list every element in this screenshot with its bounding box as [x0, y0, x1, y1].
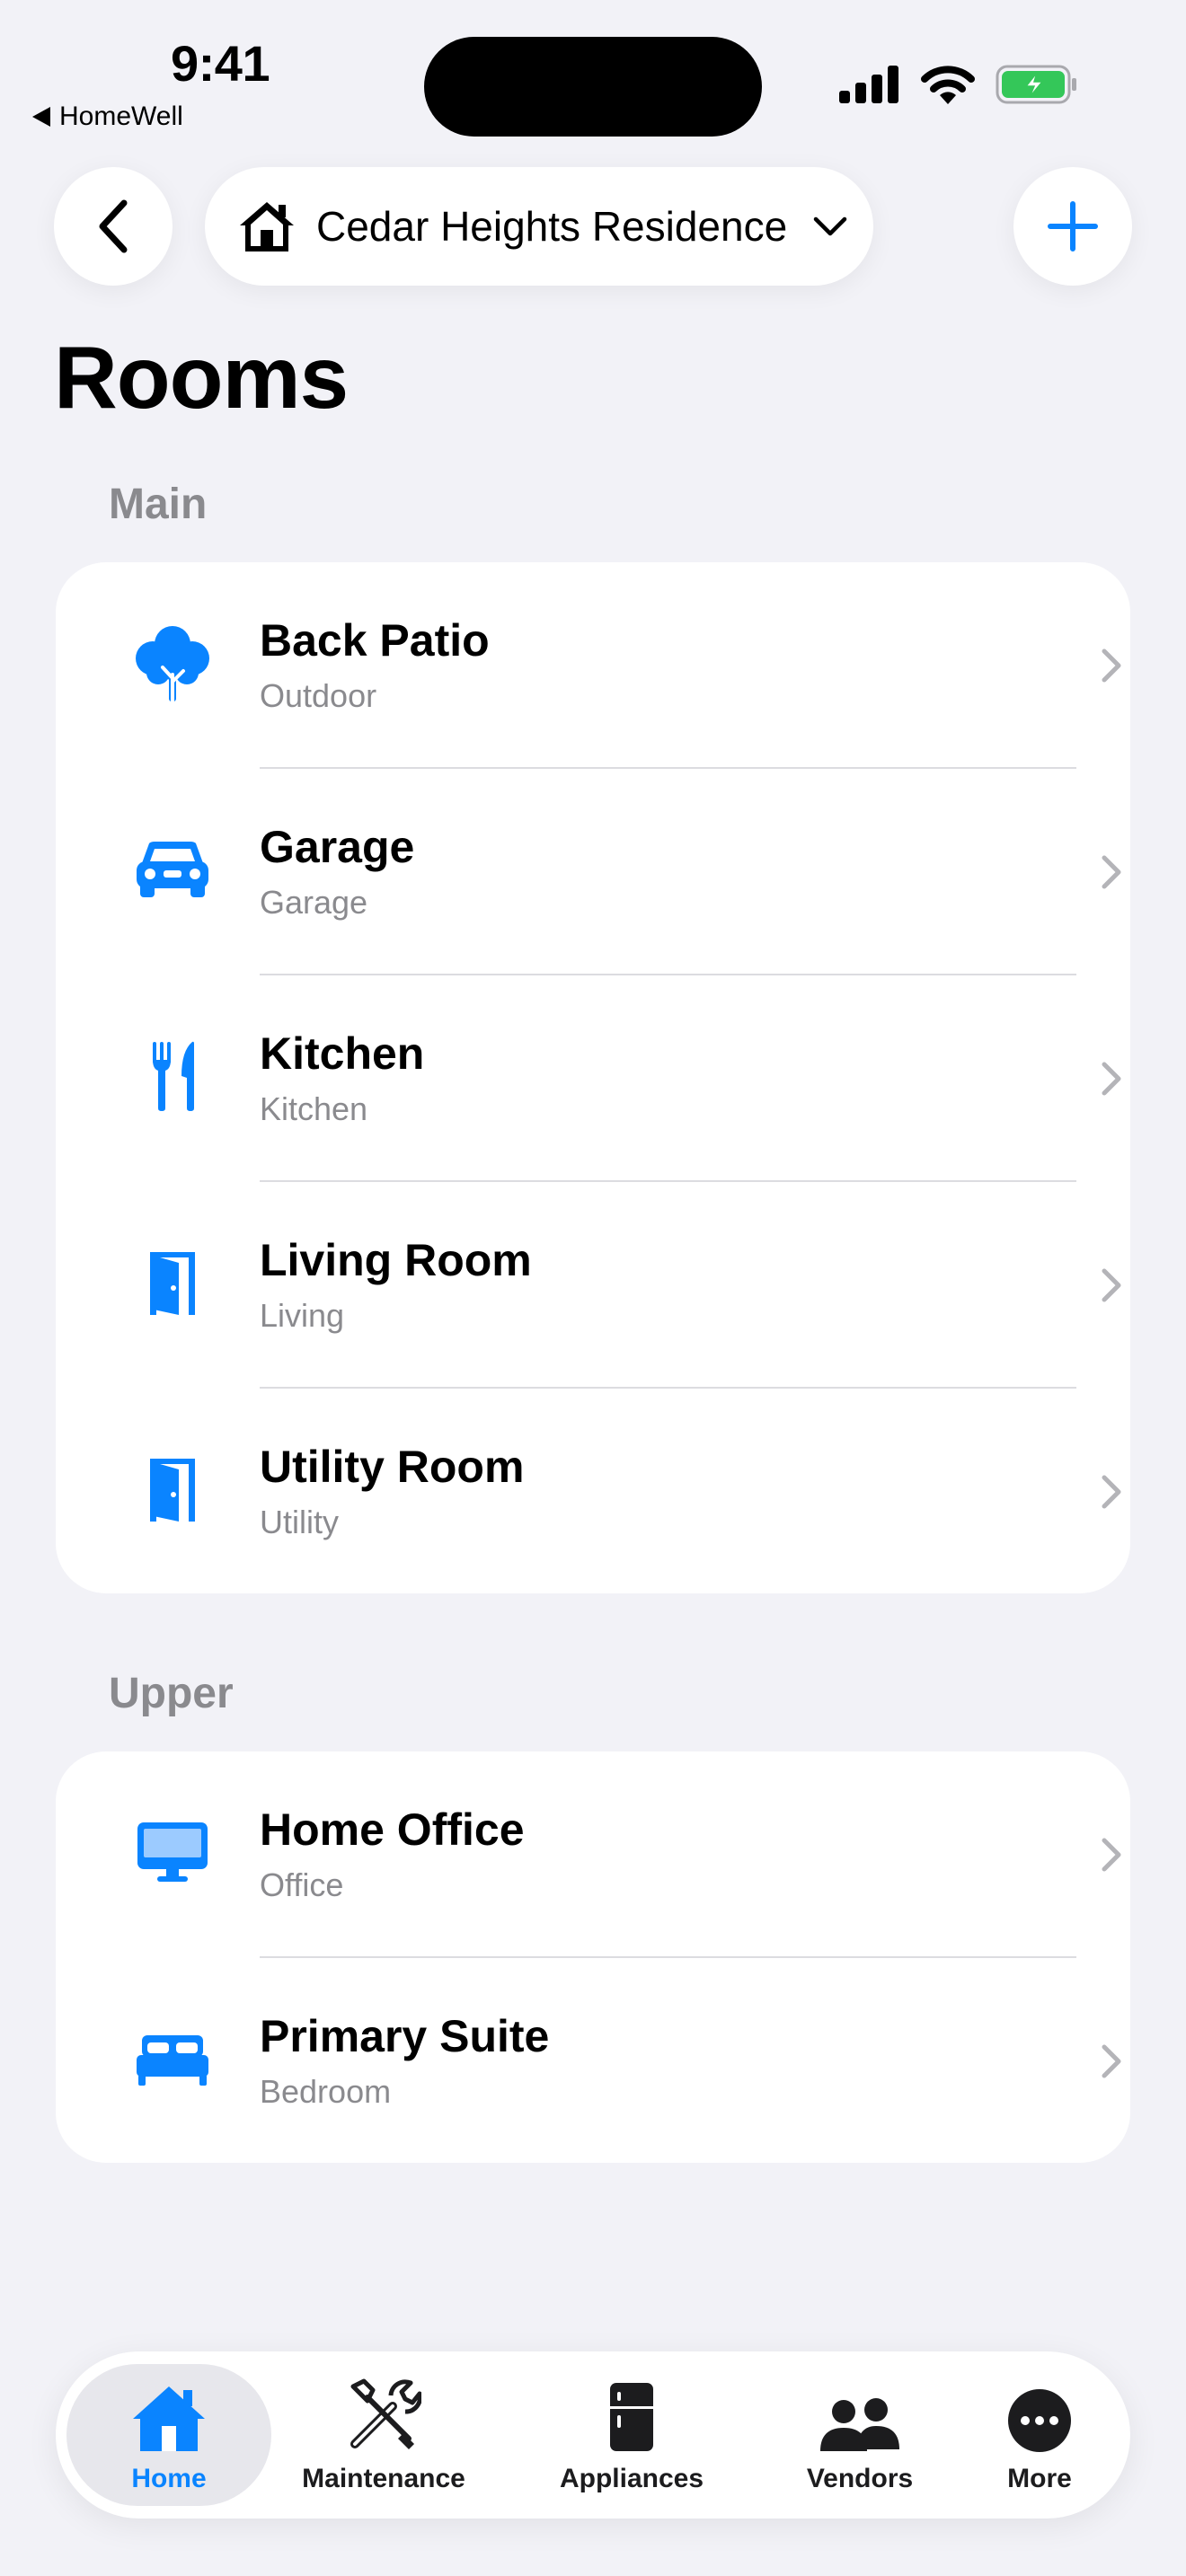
- tools-icon: [346, 2376, 421, 2453]
- chevron-right-icon: [1102, 1062, 1121, 1096]
- people-icon: [817, 2376, 903, 2453]
- room-row-kitchen[interactable]: Kitchen Kitchen: [56, 975, 1130, 1182]
- chevron-right-icon: [1102, 1838, 1121, 1872]
- back-app-label: HomeWell: [59, 101, 183, 131]
- fork-knife-icon: [126, 1029, 219, 1123]
- rooms-card-upper: Home Office Office Primary Suite Bedroom: [56, 1751, 1130, 2163]
- tab-vendors[interactable]: Vendors: [766, 2351, 954, 2519]
- room-name: Home Office: [260, 1804, 525, 1855]
- chevron-down-icon: [813, 216, 847, 236]
- chevron-right-icon: [1102, 648, 1121, 683]
- room-name: Utility Room: [260, 1442, 525, 1492]
- room-name: Back Patio: [260, 615, 490, 666]
- door-icon: [126, 1236, 219, 1329]
- chevron-right-icon: [1102, 1475, 1121, 1509]
- plus-icon: [1048, 201, 1098, 251]
- battery-charging-icon: [996, 65, 1076, 104]
- room-type: Garage: [260, 884, 368, 921]
- room-name: Living Room: [260, 1235, 532, 1285]
- tab-maintenance[interactable]: Maintenance: [280, 2351, 487, 2519]
- room-type: Bedroom: [260, 2073, 392, 2110]
- house-icon: [131, 2376, 207, 2453]
- chevron-right-icon: [1102, 2044, 1121, 2078]
- desktop-icon: [126, 1805, 219, 1899]
- chevron-right-icon: [1102, 1268, 1121, 1302]
- house-icon: [240, 202, 294, 251]
- tab-label: Home: [131, 2464, 207, 2493]
- tab-appliances[interactable]: Appliances: [519, 2351, 744, 2519]
- section-label-upper: Upper: [109, 1670, 234, 1717]
- bed-icon: [126, 2012, 219, 2105]
- tab-label: Vendors: [806, 2464, 914, 2493]
- chevron-right-icon: [1102, 855, 1121, 889]
- back-to-app-link[interactable]: HomeWell: [32, 101, 183, 132]
- tab-label: More: [1007, 2464, 1072, 2493]
- back-button[interactable]: [54, 167, 173, 286]
- add-room-button[interactable]: [1013, 167, 1132, 286]
- room-type: Kitchen: [260, 1090, 368, 1127]
- dynamic-island: [424, 37, 762, 137]
- home-name: Cedar Heights Residence: [316, 203, 788, 250]
- back-triangle-icon: [32, 107, 50, 127]
- room-row-living-room[interactable]: Living Room Living: [56, 1182, 1130, 1389]
- room-row-primary-suite[interactable]: Primary Suite Bedroom: [56, 1958, 1130, 2163]
- tab-label: Appliances: [559, 2464, 704, 2493]
- room-type: Outdoor: [260, 677, 377, 714]
- door-icon: [126, 1442, 219, 1536]
- room-row-utility-room[interactable]: Utility Room Utility: [56, 1389, 1130, 1593]
- refrigerator-icon: [608, 2376, 655, 2453]
- room-row-garage[interactable]: Garage Garage: [56, 769, 1130, 975]
- ellipsis-circle-icon: [1007, 2376, 1072, 2453]
- tree-icon: [126, 616, 219, 710]
- cellular-signal-icon: [839, 66, 898, 103]
- home-picker[interactable]: Cedar Heights Residence: [205, 167, 873, 286]
- room-row-home-office[interactable]: Home Office Office: [56, 1751, 1130, 1958]
- room-type: Utility: [260, 1504, 339, 1540]
- wifi-icon: [921, 66, 975, 104]
- rooms-card-main: Back Patio Outdoor Garage Garage Kitchen…: [56, 562, 1130, 1593]
- room-type: Living: [260, 1297, 345, 1334]
- tab-bar: Home Maintenance Appliances Vendors More: [56, 2351, 1130, 2519]
- car-icon: [126, 823, 219, 916]
- room-row-back-patio[interactable]: Back Patio Outdoor: [56, 562, 1130, 769]
- section-label-main: Main: [109, 481, 208, 528]
- room-name: Kitchen: [260, 1028, 425, 1079]
- status-icons: [839, 65, 1078, 104]
- page-title: Rooms: [54, 328, 349, 427]
- chevron-left-icon: [99, 199, 128, 253]
- room-type: Office: [260, 1866, 344, 1903]
- status-time: 9:41: [171, 35, 270, 92]
- room-name: Primary Suite: [260, 2011, 550, 2061]
- tab-label: Maintenance: [302, 2464, 465, 2493]
- tab-more[interactable]: More: [963, 2351, 1116, 2519]
- tab-home[interactable]: Home: [66, 2351, 271, 2519]
- room-name: Garage: [260, 822, 415, 872]
